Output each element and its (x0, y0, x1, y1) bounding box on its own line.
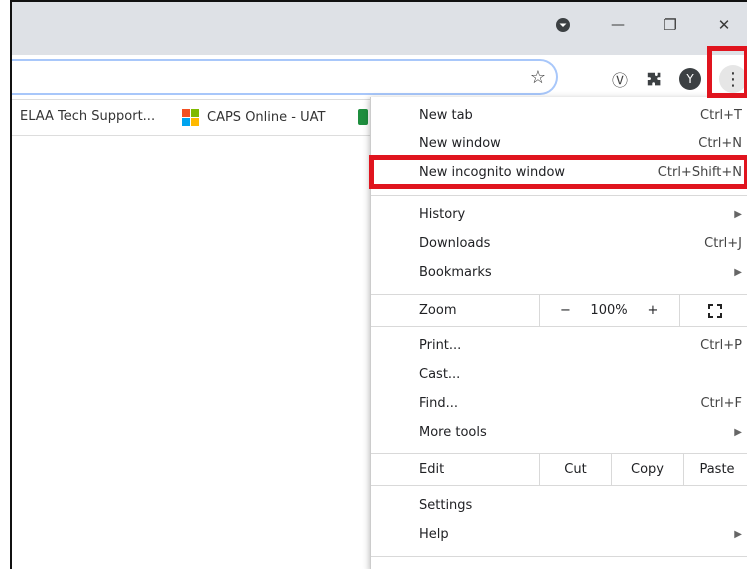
menu-item-downloads[interactable]: Downloads Ctrl+J (371, 229, 747, 258)
toolbar: ☆ Ⓥ Y ⋮ (12, 55, 747, 100)
close-button[interactable]: ✕ (706, 10, 742, 40)
bookmark-caps[interactable]: CAPS Online - UAT (182, 109, 325, 126)
menu-item-shortcut: Ctrl+P (700, 338, 742, 353)
extensions-puzzle-icon[interactable] (642, 67, 666, 91)
microsoft-logo-icon (182, 109, 199, 126)
edit-label: Edit (419, 462, 445, 477)
submenu-arrow-icon: ▶ (734, 209, 742, 220)
menu-item-bookmarks[interactable]: Bookmarks ▶ (371, 258, 747, 287)
menu-item-help[interactable]: Help ▶ (371, 520, 747, 549)
zoom-label: Zoom (419, 303, 457, 318)
menu-item-shortcut: Ctrl+J (704, 236, 742, 251)
browser-window: — ❐ ✕ ☆ Ⓥ Y ⋮ ELAA Tech Support... CAPS … (10, 0, 747, 569)
menu-row-zoom: Zoom − 100% + (371, 294, 747, 327)
menu-separator (371, 556, 747, 557)
extension-v-icon[interactable]: Ⓥ (608, 67, 632, 91)
menu-item-label: Bookmarks (419, 265, 492, 280)
menu-item-new-window[interactable]: New window Ctrl+N (371, 129, 747, 158)
menu-item-label: More tools (419, 425, 487, 440)
menu-separator (371, 195, 747, 196)
menu-item-settings[interactable]: Settings (371, 491, 747, 520)
avatar[interactable]: Y (678, 67, 702, 91)
zoom-out-button[interactable]: − (539, 295, 591, 326)
menu-item-shortcut: Ctrl+F (700, 396, 742, 411)
menu-item-label: Settings (419, 498, 473, 513)
profile-dropdown-icon[interactable] (545, 10, 581, 40)
bookmark-label: ELAA Tech Support... (20, 109, 156, 124)
zoom-in-button[interactable]: + (627, 295, 679, 326)
minimize-button[interactable]: — (600, 10, 636, 40)
menu-item-label: Print... (419, 338, 462, 353)
menu-item-label: New tab (419, 108, 473, 123)
highlight-box-menu-button (707, 46, 747, 98)
profile-letter: Y (679, 68, 701, 90)
title-bar: — ❐ ✕ (12, 2, 747, 55)
green-sheet-icon (358, 109, 368, 125)
bookmark-partial-icon[interactable] (358, 109, 368, 125)
menu-item-shortcut: Ctrl+N (698, 136, 742, 151)
menu-item-new-tab[interactable]: New tab Ctrl+T (371, 101, 747, 130)
menu-item-label: Find... (419, 396, 459, 411)
paste-button[interactable]: Paste (683, 454, 747, 485)
menu-item-print[interactable]: Print... Ctrl+P (371, 331, 747, 360)
menu-row-edit: Edit Cut Copy Paste (371, 453, 747, 486)
address-bar[interactable]: ☆ (12, 59, 558, 95)
menu-item-more-tools[interactable]: More tools ▶ (371, 418, 747, 447)
zoom-level: 100% (590, 303, 628, 318)
highlight-box-incognito (369, 155, 747, 189)
submenu-arrow-icon: ▶ (734, 427, 742, 438)
menu-item-label: New window (419, 136, 501, 151)
submenu-arrow-icon: ▶ (734, 267, 742, 278)
bookmark-star-icon[interactable]: ☆ (526, 65, 550, 89)
bookmark-label: CAPS Online - UAT (207, 110, 326, 125)
menu-item-history[interactable]: History ▶ (371, 200, 747, 229)
menu-item-label: Downloads (419, 236, 491, 251)
cut-button[interactable]: Cut (539, 454, 611, 485)
copy-button[interactable]: Copy (611, 454, 683, 485)
bookmark-elaa[interactable]: ELAA Tech Support... (20, 109, 155, 124)
menu-item-shortcut: Ctrl+T (700, 108, 742, 123)
menu-item-label: Help (419, 527, 449, 542)
menu-item-label: Cast... (419, 367, 461, 382)
restore-button[interactable]: ❐ (652, 10, 688, 40)
menu-item-label: History (419, 207, 466, 222)
menu-item-find[interactable]: Find... Ctrl+F (371, 389, 747, 418)
submenu-arrow-icon: ▶ (734, 529, 742, 540)
fullscreen-button[interactable] (679, 295, 747, 326)
menu-item-cast[interactable]: Cast... (371, 360, 747, 389)
fullscreen-icon (708, 303, 722, 318)
